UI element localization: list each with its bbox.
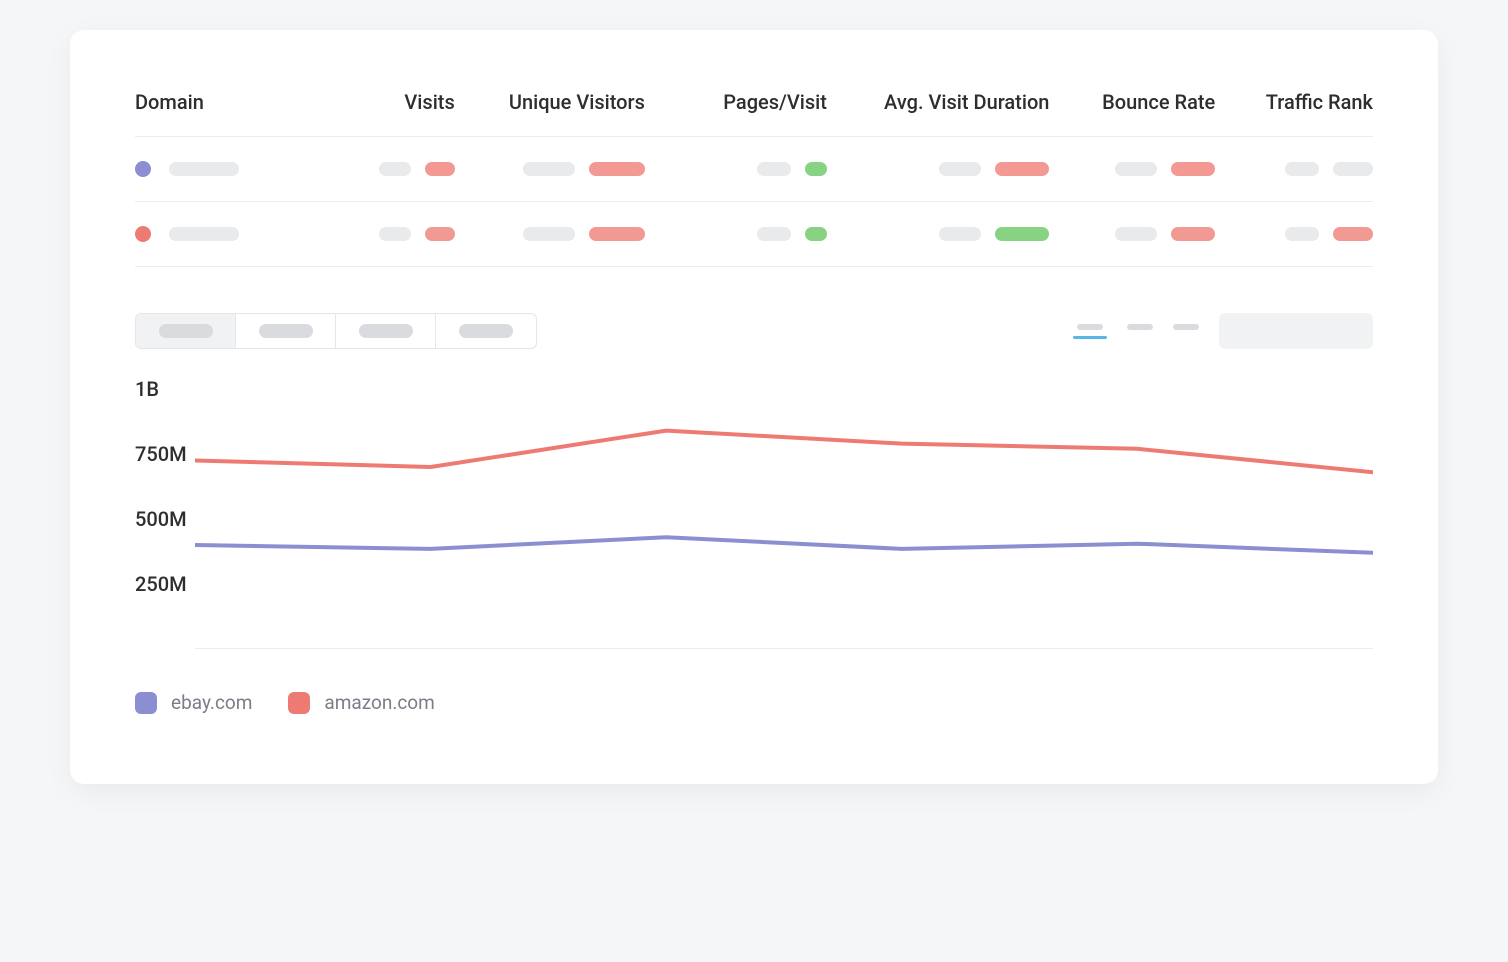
trend-bar (805, 162, 827, 176)
placeholder-bar (1285, 162, 1319, 176)
domain-color-dot (135, 226, 151, 242)
table-row[interactable] (135, 202, 1373, 267)
th-domain: Domain (135, 90, 321, 114)
placeholder-bar (523, 227, 575, 241)
segment-3[interactable] (336, 314, 436, 348)
y-axis-labels: 250M500M750M1B (135, 389, 195, 649)
trend-bar (805, 227, 827, 241)
analytics-card: Domain Visits Unique Visitors Pages/Visi… (70, 30, 1438, 784)
legend-swatch (288, 692, 310, 714)
placeholder-bar (939, 162, 981, 176)
th-avg-visit-duration: Avg. Visit Duration (884, 90, 1049, 114)
cell-metric (1115, 162, 1215, 176)
trend-bar (425, 162, 455, 176)
cell-metric (1285, 227, 1373, 241)
granularity-tabs (1073, 324, 1199, 339)
trend-bar (1333, 227, 1373, 241)
th-visits: Visits (404, 90, 454, 114)
y-axis-tick-label: 250M (135, 572, 187, 596)
segment-4[interactable] (436, 314, 536, 348)
legend-label: amazon.com (324, 691, 434, 714)
cell-metric (523, 162, 645, 176)
placeholder-bar (939, 227, 981, 241)
cell-metric (939, 227, 1049, 241)
legend-item-ebay[interactable]: ebay.com (135, 691, 252, 714)
cell-metric (757, 227, 827, 241)
granularity-tab-2[interactable] (1127, 324, 1153, 330)
trend-bar (995, 162, 1049, 176)
cell-metric (379, 162, 455, 176)
placeholder-bar (169, 227, 239, 241)
trend-bar (589, 227, 645, 241)
cell-metric (757, 162, 827, 176)
placeholder-bar (169, 162, 239, 176)
segment-1[interactable] (136, 314, 236, 348)
trend-bar (1333, 162, 1373, 176)
trend-bar (1171, 162, 1215, 176)
granularity-tab-1[interactable] (1073, 324, 1107, 339)
cell-metric (523, 227, 645, 241)
y-axis-tick-label: 1B (135, 377, 159, 401)
y-axis-tick-label: 500M (135, 507, 187, 531)
date-range-selector[interactable] (1219, 313, 1373, 349)
th-pages-visit: Pages/Visit (723, 90, 827, 114)
chart-controls (135, 313, 1373, 349)
trend-bar (425, 227, 455, 241)
placeholder-bar (757, 162, 791, 176)
cell-metric (379, 227, 455, 241)
cell-domain (135, 226, 321, 242)
th-bounce-rate: Bounce Rate (1102, 90, 1215, 114)
placeholder-bar (1115, 162, 1157, 176)
trend-bar (589, 162, 645, 176)
chart-plot-area (195, 389, 1373, 649)
legend-item-amazon[interactable]: amazon.com (288, 691, 434, 714)
trend-bar (1171, 227, 1215, 241)
granularity-tab-3[interactable] (1173, 324, 1199, 330)
chart-series-line (195, 537, 1373, 553)
table-header-row: Domain Visits Unique Visitors Pages/Visi… (135, 90, 1373, 137)
legend-swatch (135, 692, 157, 714)
table-row[interactable] (135, 137, 1373, 202)
cell-metric (1115, 227, 1215, 241)
domain-color-dot (135, 161, 151, 177)
placeholder-bar (379, 227, 411, 241)
placeholder-bar (1115, 227, 1157, 241)
trend-bar (995, 227, 1049, 241)
chart-legend: ebay.com amazon.com (135, 691, 1373, 714)
line-chart: 250M500M750M1B (135, 389, 1373, 649)
metric-segmented-control (135, 313, 537, 349)
placeholder-bar (523, 162, 575, 176)
segment-2[interactable] (236, 314, 336, 348)
y-axis-tick-label: 750M (135, 442, 187, 466)
th-traffic-rank: Traffic Rank (1266, 90, 1373, 114)
th-unique-visitors: Unique Visitors (509, 90, 645, 114)
placeholder-bar (1285, 227, 1319, 241)
cell-metric (939, 162, 1049, 176)
legend-label: ebay.com (171, 691, 252, 714)
cell-domain (135, 161, 321, 177)
placeholder-bar (379, 162, 411, 176)
metrics-table: Domain Visits Unique Visitors Pages/Visi… (135, 90, 1373, 267)
table-body (135, 137, 1373, 267)
cell-metric (1285, 162, 1373, 176)
placeholder-bar (757, 227, 791, 241)
chart-series-line (195, 431, 1373, 473)
